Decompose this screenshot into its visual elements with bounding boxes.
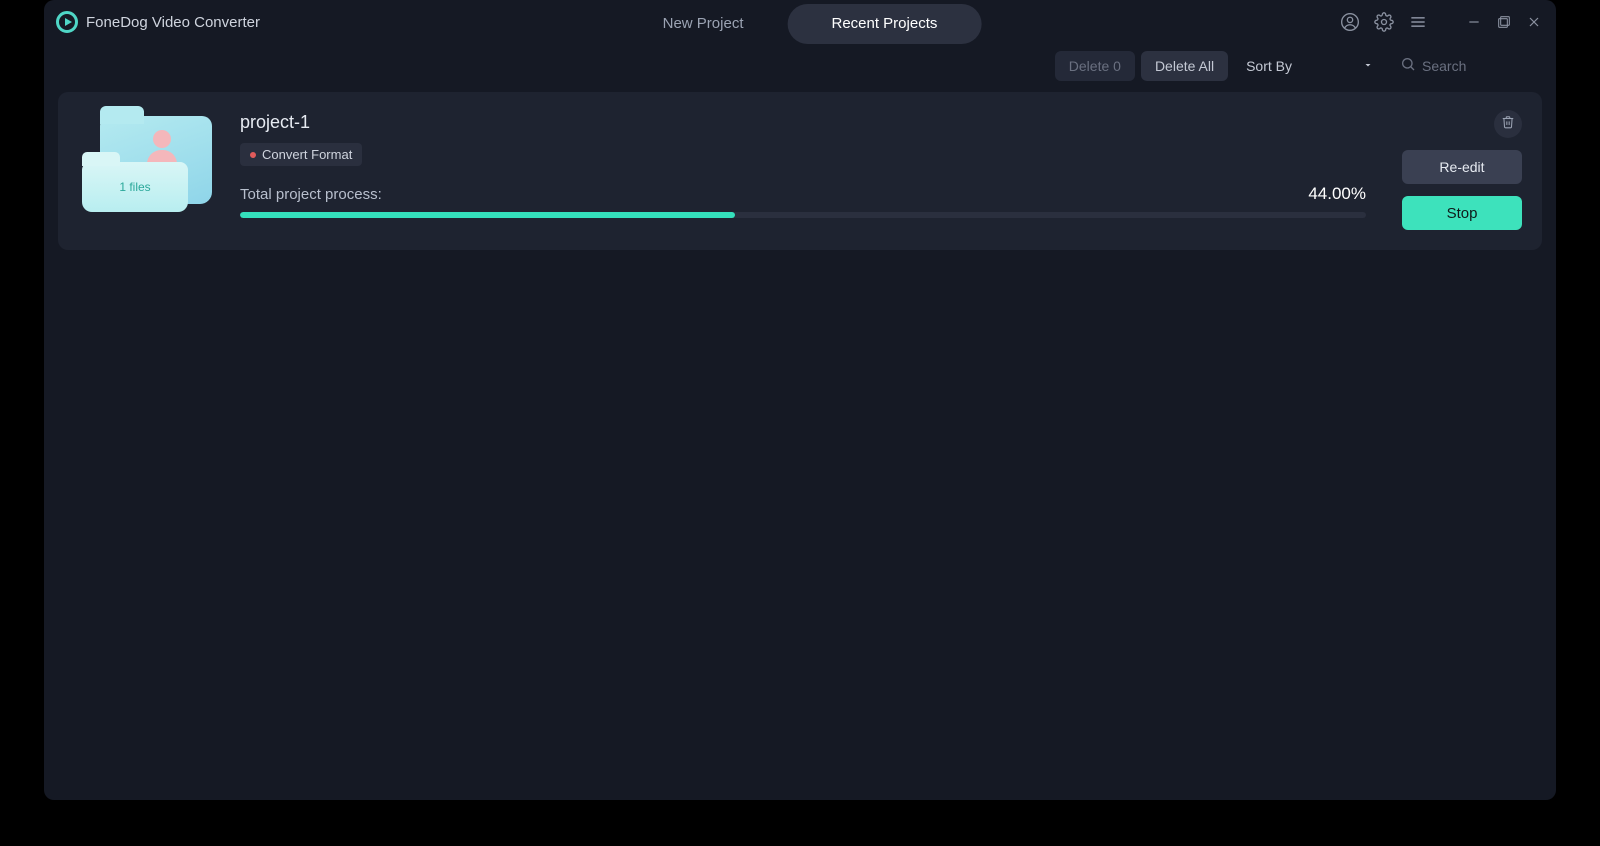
search-input[interactable] — [1422, 58, 1542, 74]
delete-selected-label: Delete 0 — [1069, 58, 1121, 74]
tab-new-project-label: New Project — [663, 15, 744, 32]
process-percent: 44.00% — [1308, 184, 1366, 204]
tab-recent-projects-label: Recent Projects — [831, 15, 937, 32]
title-bar-left: FoneDog Video Converter — [56, 11, 260, 33]
menu-icon[interactable] — [1406, 10, 1430, 34]
project-type-badge: Convert Format — [240, 143, 362, 166]
delete-all-button[interactable]: Delete All — [1141, 51, 1228, 81]
app-title: FoneDog Video Converter — [86, 14, 260, 31]
close-icon[interactable] — [1524, 12, 1544, 32]
progress-fill — [240, 212, 735, 218]
trash-icon — [1501, 115, 1515, 134]
maximize-icon[interactable] — [1494, 12, 1514, 32]
minimize-icon[interactable] — [1464, 12, 1484, 32]
toolbar: Delete 0 Delete All Sort By — [44, 44, 1556, 88]
reedit-button[interactable]: Re-edit — [1402, 150, 1522, 184]
reedit-label: Re-edit — [1439, 159, 1484, 175]
search-icon — [1400, 56, 1416, 77]
sort-by-dropdown[interactable]: Sort By — [1234, 51, 1386, 81]
delete-selected-button[interactable]: Delete 0 — [1055, 51, 1135, 81]
title-bar: FoneDog Video Converter New Project Rece… — [44, 0, 1556, 44]
app-window: FoneDog Video Converter New Project Rece… — [44, 0, 1556, 800]
sort-by-label: Sort By — [1246, 58, 1292, 74]
project-name: project-1 — [240, 112, 1366, 133]
delete-all-label: Delete All — [1155, 58, 1214, 74]
stop-label: Stop — [1447, 205, 1478, 222]
progress-bar — [240, 212, 1366, 218]
main-tabs: New Project Recent Projects — [619, 4, 982, 44]
title-bar-right — [1338, 10, 1544, 34]
app-logo-icon — [56, 11, 78, 33]
search-field[interactable] — [1392, 56, 1542, 77]
chevron-down-icon — [1362, 58, 1374, 74]
status-dot-icon — [250, 152, 256, 158]
project-card-main: project-1 Convert Format Total project p… — [240, 110, 1366, 230]
stop-button[interactable]: Stop — [1402, 196, 1522, 230]
tab-recent-projects[interactable]: Recent Projects — [787, 4, 981, 44]
account-icon[interactable] — [1338, 10, 1362, 34]
settings-gear-icon[interactable] — [1372, 10, 1396, 34]
tab-new-project[interactable]: New Project — [619, 4, 788, 44]
project-type-label: Convert Format — [262, 147, 352, 162]
files-count-label: 1 files — [119, 180, 150, 194]
project-folder-icon: 1 files — [82, 116, 214, 212]
project-card-actions: Re-edit Stop — [1392, 110, 1522, 230]
process-label: Total project process: — [240, 186, 382, 203]
project-card: 1 files project-1 Convert Format Total p… — [58, 92, 1542, 250]
delete-project-button[interactable] — [1494, 110, 1522, 138]
